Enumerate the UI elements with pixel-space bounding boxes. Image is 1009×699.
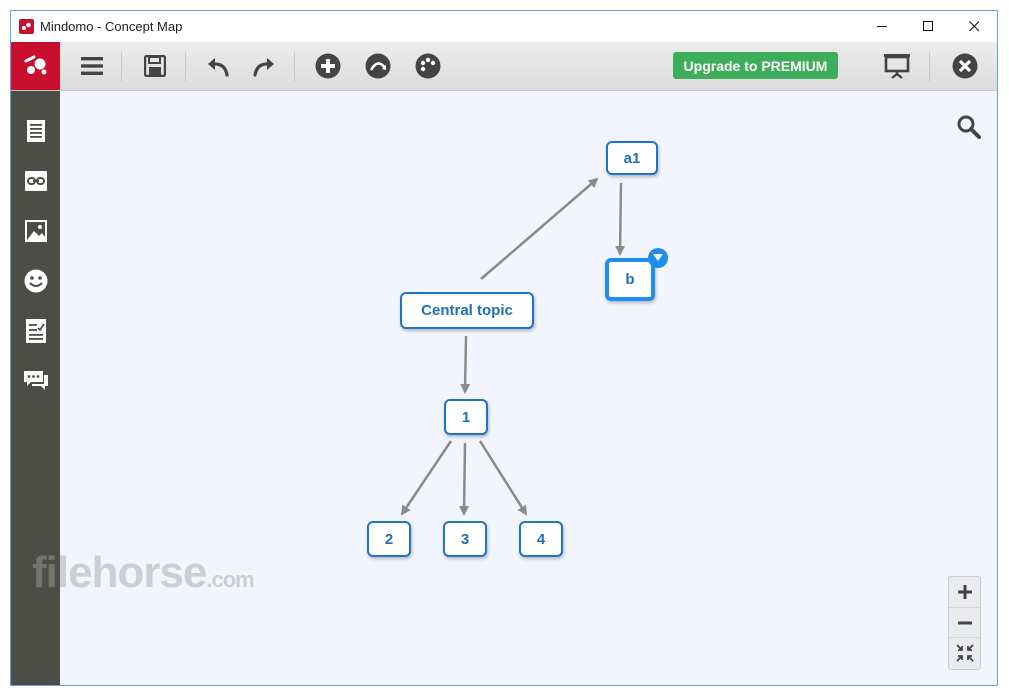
sidebar-item-link[interactable] (23, 168, 49, 194)
undo-button[interactable] (204, 51, 234, 81)
topic-node-a1[interactable]: a1 (606, 141, 658, 175)
fit-to-screen-button[interactable] (949, 637, 980, 668)
search-button[interactable] (956, 114, 984, 142)
topic-node-3[interactable]: 3 (443, 521, 487, 557)
topic-node-4[interactable]: 4 (519, 521, 563, 557)
link-icon (25, 171, 47, 191)
presentation-board-icon (884, 54, 910, 79)
main-toolbar: Upgrade to PREMIUM (11, 42, 997, 91)
maximize-button[interactable] (905, 11, 951, 41)
collapse-arrows-icon (955, 644, 974, 662)
zoom-controls (948, 576, 981, 670)
relationship-curve-icon (365, 53, 391, 79)
chevron-down-icon (653, 254, 663, 261)
close-circle-icon (952, 53, 978, 79)
minus-icon (957, 621, 972, 625)
zoom-out-button[interactable] (949, 607, 980, 638)
mindomo-logo-icon (24, 55, 46, 75)
mindomo-logo[interactable] (11, 42, 60, 90)
plus-circle-icon (315, 53, 341, 79)
title-bar: Mindomo - Concept Map (11, 11, 997, 41)
window-controls (859, 11, 997, 41)
topic-node-1[interactable]: 1 (444, 399, 488, 435)
save-button[interactable] (140, 51, 170, 81)
comments-icon (24, 371, 48, 390)
sidebar-item-comments[interactable] (23, 368, 49, 394)
search-icon (957, 115, 981, 139)
app-window: Mindomo - Concept Map Upgrade to PREMIUM… (10, 10, 998, 686)
toolbar-divider (121, 52, 122, 82)
redo-arrow-icon (253, 58, 274, 77)
relationship-button[interactable] (363, 51, 393, 81)
expand-handle[interactable] (648, 248, 668, 268)
menu-button[interactable] (77, 51, 107, 81)
watermark-text: filehorse (32, 548, 207, 597)
close-icon (968, 20, 979, 31)
theme-button[interactable] (413, 51, 443, 81)
sidebar-item-image[interactable] (23, 218, 49, 244)
minimize-icon (876, 25, 887, 27)
presentation-button[interactable] (882, 51, 912, 81)
sidebar-item-icons[interactable] (23, 268, 49, 294)
image-icon (25, 220, 47, 242)
connector-1-3 (459, 442, 470, 516)
zoom-in-button[interactable] (949, 577, 980, 607)
close-window-button[interactable] (951, 11, 997, 41)
topic-node-b[interactable]: b (605, 258, 655, 301)
connector-central-a1 (480, 177, 599, 280)
central-topic-node[interactable]: Central topic (400, 292, 534, 329)
undo-arrow-icon (208, 58, 229, 77)
floppy-disk-icon (144, 55, 166, 77)
sidebar-item-notes[interactable] (23, 118, 49, 144)
minimize-button[interactable] (859, 11, 905, 41)
connector-1-4 (478, 440, 528, 516)
plus-icon (957, 585, 972, 599)
palette-icon (415, 53, 441, 79)
smiley-icon (24, 269, 48, 293)
window-title: Mindomo - Concept Map (40, 18, 183, 34)
watermark-suffix: .com (206, 567, 254, 592)
connector-central-1 (460, 335, 471, 394)
redo-button[interactable] (248, 51, 278, 81)
close-map-button[interactable] (950, 51, 980, 81)
upgrade-premium-button[interactable]: Upgrade to PREMIUM (673, 52, 838, 79)
hamburger-icon (81, 57, 103, 75)
toolbar-divider (185, 52, 186, 82)
maximize-icon (922, 20, 933, 31)
filehorse-watermark: filehorse.com (32, 548, 255, 598)
sidebar-item-tasks[interactable] (23, 318, 49, 344)
add-topic-button[interactable] (313, 51, 343, 81)
toolbar-divider (294, 52, 295, 82)
connector-1-2 (400, 440, 453, 516)
notes-icon (27, 120, 45, 142)
toolbar-divider (929, 52, 930, 82)
app-logo-icon (19, 18, 34, 34)
topic-node-2[interactable]: 2 (367, 521, 411, 557)
connector-a1-b (615, 182, 626, 256)
checklist-icon (26, 319, 46, 343)
